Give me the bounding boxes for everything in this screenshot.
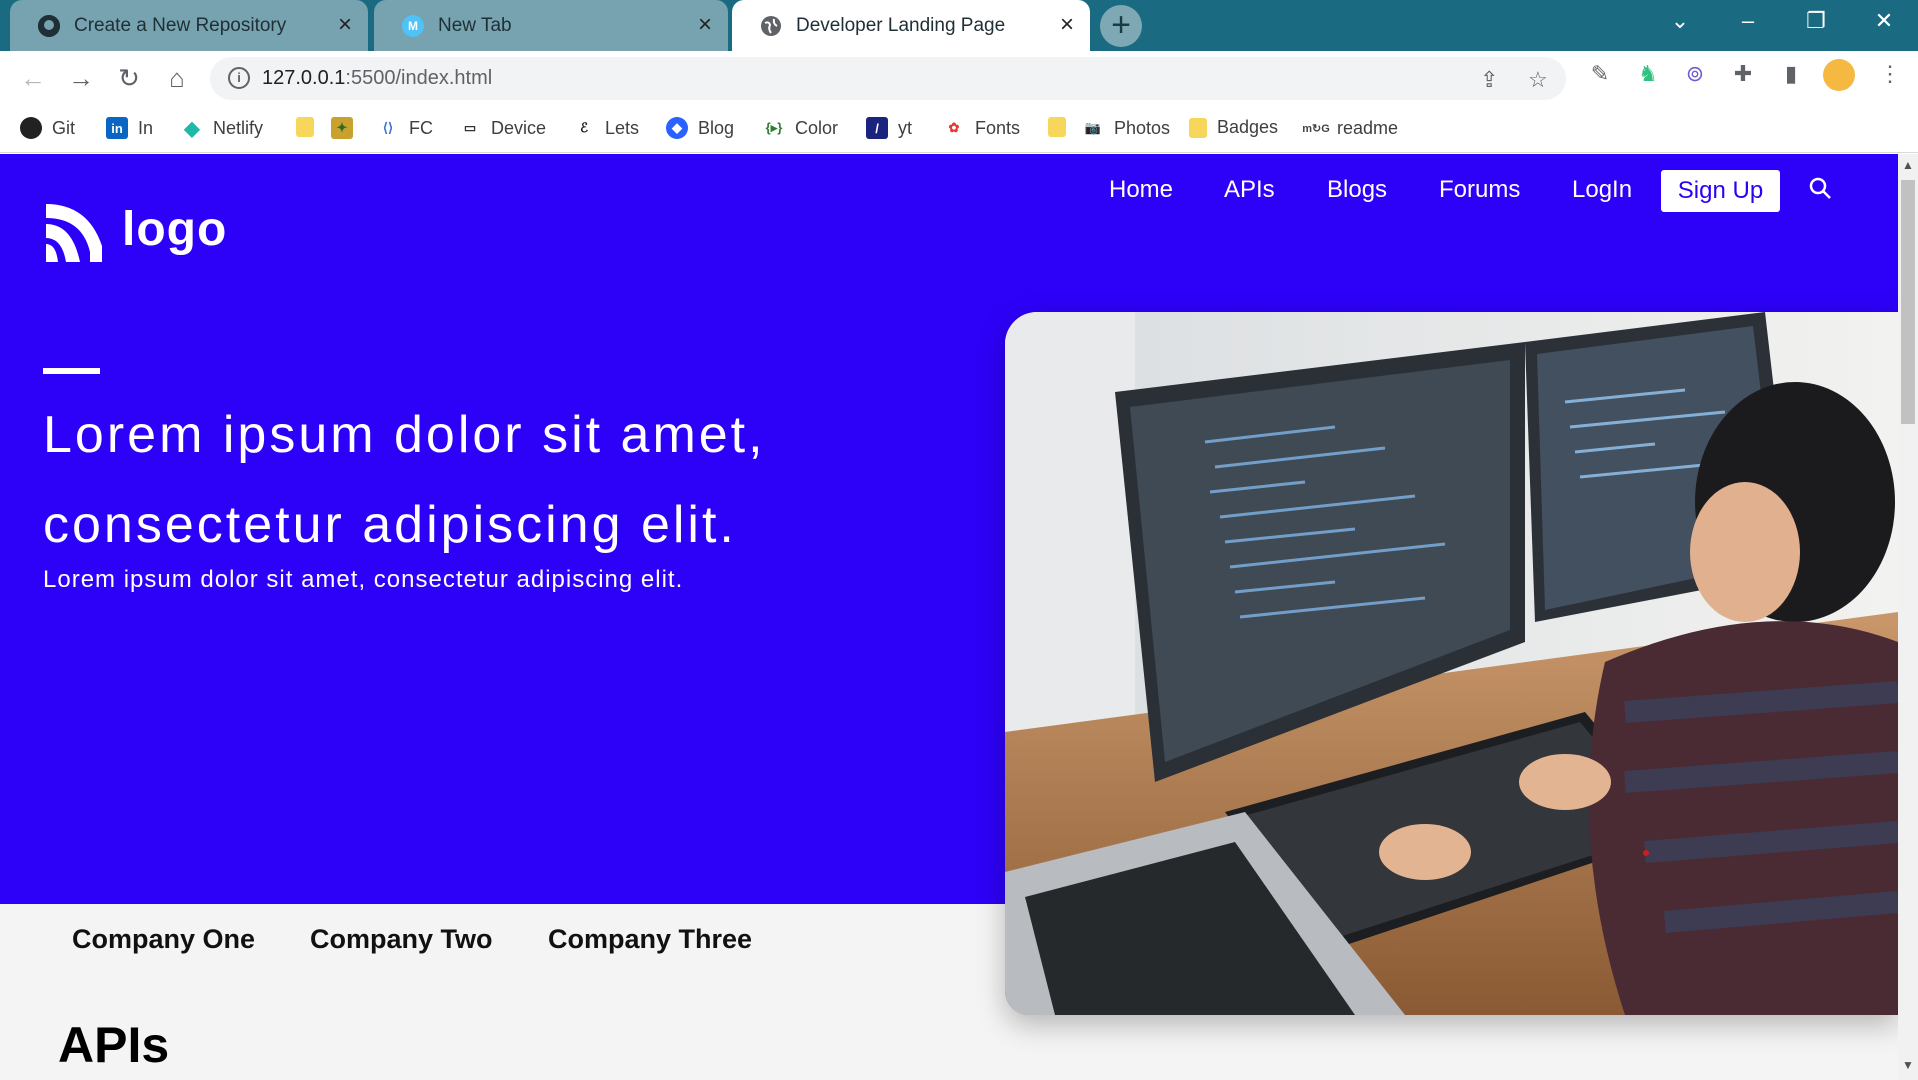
reload-icon[interactable]: ↻ bbox=[113, 63, 145, 93]
extensions-puzzle-icon[interactable]: ✚ bbox=[1728, 61, 1758, 87]
bookmark-folder-2[interactable] bbox=[1048, 117, 1076, 137]
blog-icon: ◆ bbox=[666, 117, 688, 139]
profile-avatar-icon[interactable] bbox=[1823, 59, 1855, 91]
bookmark-photos[interactable]: 📷 Photos bbox=[1082, 117, 1170, 139]
search-icon[interactable] bbox=[1808, 176, 1834, 202]
page-scrollbar[interactable]: ▲ ▼ bbox=[1898, 154, 1918, 1080]
mastodon-extension-icon[interactable]: ⊚ bbox=[1680, 61, 1710, 87]
nav-login[interactable]: LogIn bbox=[1572, 176, 1632, 204]
color-icon: {▸} bbox=[765, 120, 783, 135]
freecodecamp-icon: ⟨⟩ bbox=[382, 120, 394, 135]
folder-icon bbox=[296, 117, 314, 137]
tab-search-icon[interactable]: ⌄ bbox=[1660, 8, 1700, 34]
scroll-down-arrow-icon[interactable]: ▼ bbox=[1902, 1058, 1914, 1072]
bookmark-blog[interactable]: ◆ Blog bbox=[666, 117, 734, 139]
close-window-icon[interactable]: ✕ bbox=[1864, 8, 1904, 34]
linkedin-icon: in bbox=[106, 117, 128, 139]
apis-section-title: APIs bbox=[58, 1017, 170, 1073]
bookmarks-bar: Git in In ◆ Netlify ✦ ⟨⟩ FC ▭ Device ℰ Lets ◆… bbox=[0, 105, 1918, 153]
tab-new-tab[interactable]: M New Tab × bbox=[374, 0, 728, 51]
bookmark-badge[interactable]: ✦ bbox=[331, 117, 363, 139]
accent-bar bbox=[43, 368, 100, 374]
logo-mark-icon bbox=[46, 204, 102, 262]
m-icon: M bbox=[402, 14, 424, 37]
tab-title: Developer Landing Page bbox=[796, 14, 1006, 36]
url-text: 127.0.0.1:5500/index.html bbox=[262, 67, 493, 89]
company-two: Company Two bbox=[310, 924, 493, 954]
home-icon[interactable]: ⌂ bbox=[161, 63, 193, 93]
hero-headline: Lorem ipsum dolor sit amet, consectetur … bbox=[43, 406, 766, 554]
close-tab-icon[interactable]: × bbox=[698, 12, 712, 38]
camera-icon: 📷 bbox=[1084, 120, 1102, 135]
company-three: Company Three bbox=[548, 924, 753, 954]
bookmark-in[interactable]: in In bbox=[106, 117, 153, 139]
site-logo[interactable]: logo bbox=[42, 196, 227, 262]
nav-forums[interactable]: Forums bbox=[1439, 176, 1520, 204]
bookmark-netlify[interactable]: ◆ Netlify bbox=[181, 117, 263, 140]
bookmark-fonts[interactable]: ✿ Fonts bbox=[943, 117, 1020, 139]
bookmark-star-icon[interactable]: ☆ bbox=[1528, 67, 1548, 93]
tab-title: Create a New Repository bbox=[74, 14, 287, 36]
minimize-icon[interactable]: – bbox=[1728, 8, 1768, 34]
tab-title: New Tab bbox=[438, 14, 512, 36]
bookmark-readme[interactable]: m↻G readme bbox=[1302, 117, 1398, 139]
browser-toolbar: ← → ↻ ⌂ i 127.0.0.1:5500/index.html ⇪ ☆ … bbox=[0, 51, 1918, 105]
nav-apis[interactable]: APIs bbox=[1224, 176, 1275, 204]
yt-icon: / bbox=[866, 117, 888, 139]
github-icon bbox=[38, 14, 60, 37]
site-info-icon[interactable]: i bbox=[228, 67, 250, 89]
bookmark-device[interactable]: ▭ Device bbox=[459, 117, 546, 139]
bookmark-fc[interactable]: ⟨⟩ FC bbox=[377, 117, 433, 139]
nav-blogs[interactable]: Blogs bbox=[1327, 176, 1387, 204]
tab-developer-landing[interactable]: Developer Landing Page × bbox=[732, 0, 1090, 51]
tab-strip: Create a New Repository × M New Tab × De… bbox=[0, 0, 1918, 51]
shield-badge-icon: ✦ bbox=[331, 117, 353, 139]
bookmark-badges[interactable]: Badges bbox=[1189, 117, 1278, 138]
eyedropper-extension-icon[interactable]: ✎ bbox=[1585, 61, 1615, 87]
bookmark-folder[interactable] bbox=[296, 117, 324, 137]
restore-icon[interactable]: ❐ bbox=[1796, 8, 1836, 34]
back-icon[interactable]: ← bbox=[17, 63, 49, 93]
letsgo-icon: ℰ bbox=[580, 120, 588, 135]
menu-kebab-icon[interactable]: ⋮ bbox=[1875, 61, 1905, 87]
device-icon: ▭ bbox=[463, 120, 477, 135]
netlify-icon: ◆ bbox=[184, 117, 200, 140]
signup-button[interactable]: Sign Up bbox=[1661, 170, 1780, 212]
scroll-thumb[interactable] bbox=[1901, 180, 1915, 424]
hero-developer-image bbox=[1005, 312, 1898, 1015]
share-icon[interactable]: ⇪ bbox=[1480, 67, 1498, 93]
mg-icon: m↻G bbox=[1302, 122, 1330, 135]
folder-icon bbox=[1048, 117, 1066, 137]
close-tab-icon[interactable]: × bbox=[1060, 12, 1074, 38]
companies-strip: Company One Company Two Company Three bbox=[0, 904, 1005, 984]
fonts-icon: ✿ bbox=[948, 120, 960, 135]
bookmark-lets[interactable]: ℰ Lets bbox=[573, 117, 639, 139]
side-panel-icon[interactable]: ▮ bbox=[1776, 61, 1806, 87]
bookmark-color[interactable]: {▸} Color bbox=[763, 117, 838, 139]
bookmark-git[interactable]: Git bbox=[20, 117, 75, 139]
close-tab-icon[interactable]: × bbox=[338, 12, 352, 38]
scroll-up-arrow-icon[interactable]: ▲ bbox=[1902, 158, 1914, 172]
logo-text: logo bbox=[122, 202, 228, 256]
forward-icon[interactable]: → bbox=[65, 63, 97, 93]
bookmark-yt[interactable]: / yt bbox=[866, 117, 912, 139]
hero-subheadline: Lorem ipsum dolor sit amet, consectetur … bbox=[43, 566, 684, 593]
folder-icon bbox=[1189, 117, 1207, 138]
globe-icon bbox=[760, 15, 782, 37]
nav-home[interactable]: Home bbox=[1109, 176, 1173, 204]
dino-extension-icon[interactable]: ♞ bbox=[1633, 61, 1663, 87]
tab-create-repository[interactable]: Create a New Repository × bbox=[10, 0, 368, 51]
new-tab-button[interactable]: + bbox=[1100, 5, 1142, 47]
company-one: Company One bbox=[72, 924, 256, 954]
github-icon bbox=[20, 117, 42, 139]
address-bar[interactable]: i 127.0.0.1:5500/index.html ⇪ ☆ bbox=[210, 57, 1566, 100]
page-viewport: logo Home APIs Blogs Forums LogIn Sign U… bbox=[0, 154, 1898, 1080]
